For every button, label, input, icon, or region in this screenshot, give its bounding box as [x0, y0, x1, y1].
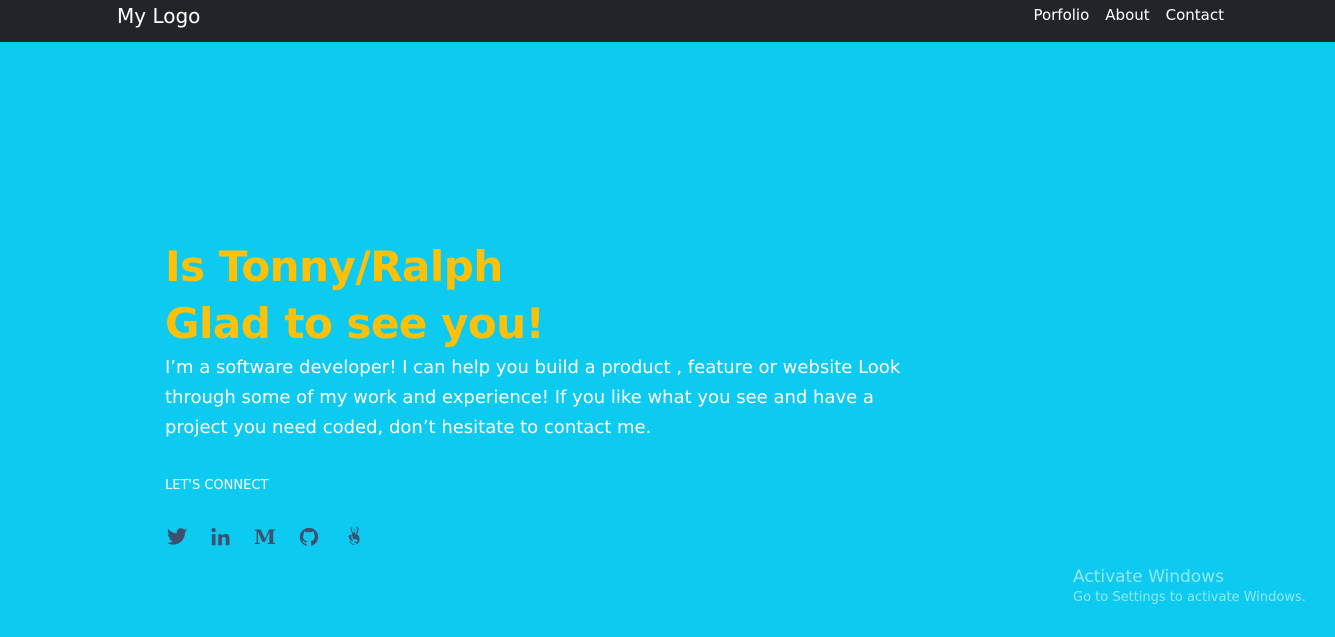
nav-link-portfolio[interactable]: Porfolio	[1033, 5, 1089, 25]
headline-line-1: Is Tonny/Ralph	[165, 242, 503, 291]
watermark-title: Activate Windows	[1073, 567, 1224, 587]
hero-section: Is Tonny/Ralph Glad to see you! I’m a so…	[165, 238, 905, 549]
twitter-icon[interactable]	[165, 525, 189, 549]
navbar: My Logo Porfolio About Contact	[0, 0, 1335, 42]
medium-icon[interactable]: M	[253, 525, 277, 549]
watermark-subtitle: Go to Settings to activate Windows.	[1073, 590, 1306, 605]
angellist-icon[interactable]	[341, 525, 365, 549]
nav-link-contact[interactable]: Contact	[1166, 5, 1224, 25]
windows-activation-watermark: Activate Windows Go to Settings to activ…	[1073, 566, 1306, 607]
hero-headline: Is Tonny/Ralph Glad to see you!	[165, 238, 905, 352]
linkedin-icon[interactable]	[209, 525, 233, 549]
github-icon[interactable]	[297, 525, 321, 549]
logo[interactable]: My Logo	[117, 4, 200, 28]
headline-line-2: Glad to see you!	[165, 299, 545, 348]
social-links: M	[165, 525, 905, 549]
nav-links: Porfolio About Contact	[1033, 5, 1224, 25]
nav-link-about[interactable]: About	[1105, 5, 1149, 25]
connect-label: LET'S CONNECT	[165, 478, 269, 493]
hero-intro: I’m a software developer! I can help you…	[165, 357, 901, 438]
